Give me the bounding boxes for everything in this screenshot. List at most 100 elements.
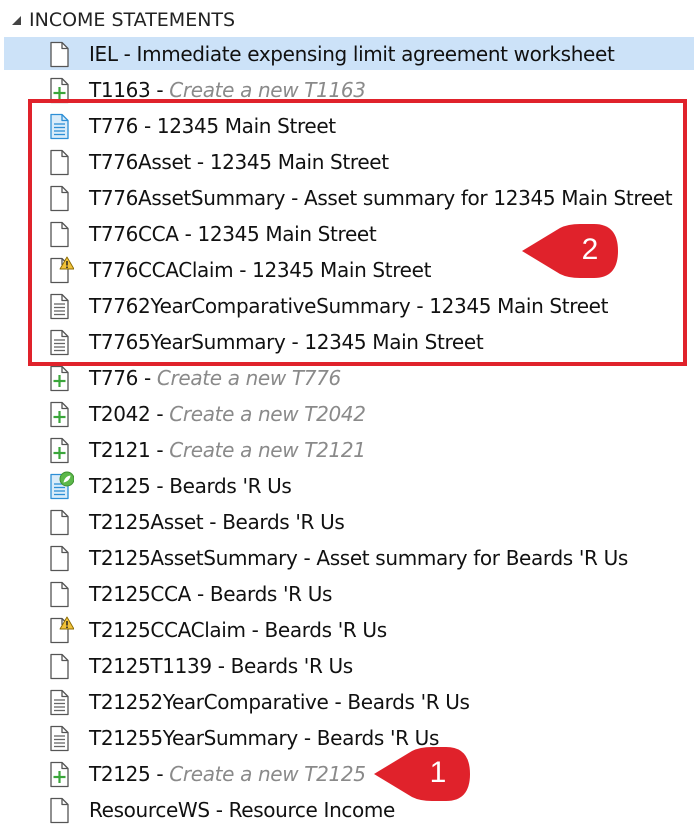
triangle-expanded-icon[interactable]	[10, 14, 22, 26]
tree-item[interactable]: T776 - 12345 Main Street	[0, 108, 697, 144]
tree-item-label: IEL - Immediate expensing limit agreemen…	[89, 36, 615, 72]
create-new-text: Create a new T2121	[169, 438, 366, 462]
item-separator: -	[328, 690, 348, 714]
tree-item-label: T7762YearComparativeSummary - 12345 Main…	[89, 288, 608, 324]
create-new-text: Create a new T776	[156, 366, 341, 390]
tree-item-label: T2125 - Create a new T2125	[89, 756, 366, 792]
item-name: T776	[89, 114, 138, 138]
group-header-income-statements[interactable]: INCOME STATEMENTS	[10, 6, 235, 34]
tree-item[interactable]: ResourceWS - Resource Income	[0, 792, 697, 828]
item-description: Beards 'R Us	[316, 726, 440, 750]
tree-item-create[interactable]: T2042 - Create a new T2042	[0, 396, 697, 432]
document-icon	[50, 797, 69, 824]
tree-item[interactable]: T2125Asset - Beards 'R Us	[0, 504, 697, 540]
item-separator: -	[138, 366, 157, 390]
tree-item-label: T7765YearSummary - 12345 Main Street	[89, 324, 484, 360]
item-description: Beards 'R Us	[347, 690, 470, 714]
tree-list: IEL - Immediate expensing limit agreemen…	[0, 36, 697, 828]
document-lines-icon	[50, 329, 69, 356]
tree-item-label: T21252YearComparative - Beards 'R Us	[89, 684, 470, 720]
item-separator: -	[209, 798, 229, 822]
tree-item-create[interactable]: T2125 - Create a new T2125	[0, 756, 697, 792]
item-description: Beards 'R Us	[169, 474, 292, 498]
item-description: 12345 Main Street	[252, 258, 432, 282]
tree-item[interactable]: T2125T1139 - Beards 'R Us	[0, 648, 697, 684]
item-separator: -	[117, 42, 137, 66]
document-icon	[50, 545, 69, 572]
item-separator: -	[211, 654, 231, 678]
tree-item[interactable]: IEL - Immediate expensing limit agreemen…	[0, 36, 697, 72]
document-lines-icon	[50, 689, 69, 716]
document-icon	[50, 509, 69, 536]
item-name: T2125AssetSummary	[89, 546, 298, 570]
item-separator: -	[150, 438, 170, 462]
tree-item-label: T2121 - Create a new T2121	[89, 432, 366, 468]
item-name: T2125	[89, 474, 151, 498]
document-icon	[50, 581, 69, 608]
tree-item-create[interactable]: T2121 - Create a new T2121	[0, 432, 697, 468]
group-title: INCOME STATEMENTS	[29, 9, 236, 31]
tree-item-label: T2125 - Beards 'R Us	[89, 468, 292, 504]
item-separator: -	[150, 78, 170, 102]
item-name: T2125CCAClaim	[89, 618, 246, 642]
tree-item[interactable]: T7765YearSummary - 12345 Main Street	[0, 324, 697, 360]
item-separator: -	[410, 294, 430, 318]
tree-item-label: T776Asset - 12345 Main Street	[89, 144, 389, 180]
document-icon	[50, 221, 69, 248]
item-name: ResourceWS	[89, 798, 210, 822]
item-name: T776Asset	[89, 150, 191, 174]
item-name: T776CCAClaim	[89, 258, 234, 282]
item-separator: -	[285, 330, 305, 354]
item-description: Asset summary for 12345 Main Street	[304, 186, 673, 210]
document-icon	[50, 149, 69, 176]
tree-item[interactable]: T776CCA - 12345 Main Street	[0, 216, 697, 252]
tree-item-create[interactable]: T776 - Create a new T776	[0, 360, 697, 396]
document-add-icon	[50, 365, 69, 392]
item-name: T2125Asset	[89, 510, 204, 534]
item-separator: -	[233, 258, 253, 282]
document-lines-blue-leaf-icon	[50, 471, 74, 500]
tree-item-label: T776CCA - 12345 Main Street	[89, 216, 377, 252]
item-name: T7762YearComparativeSummary	[89, 294, 411, 318]
item-separator: -	[150, 474, 170, 498]
document-add-icon	[50, 761, 69, 788]
item-description: Beards 'R Us	[264, 618, 388, 642]
tree-item[interactable]: T776AssetSummary - Asset summary for 123…	[0, 180, 697, 216]
create-new-text: Create a new T2042	[169, 402, 366, 426]
document-warning-icon	[50, 616, 74, 644]
item-description: Beards 'R Us	[230, 654, 354, 678]
item-description: Resource Income	[228, 798, 396, 822]
tree-item-create[interactable]: T1163 - Create a new T1163	[0, 72, 697, 108]
tree-item[interactable]: T21255YearSummary - Beards 'R Us	[0, 720, 697, 756]
tree-item[interactable]: T2125AssetSummary - Asset summary for Be…	[0, 540, 697, 576]
tree-item-label: T2125CCAClaim - Beards 'R Us	[89, 612, 387, 648]
item-name: T2125T1139	[89, 654, 212, 678]
tree-item[interactable]: T7762YearComparativeSummary - 12345 Main…	[0, 288, 697, 324]
item-description: Immediate expensing limit agreement work…	[136, 42, 615, 66]
item-separator: -	[285, 186, 304, 210]
item-name: T2042	[89, 402, 151, 426]
item-name: T776CCA	[89, 222, 179, 246]
tree-item[interactable]: T2125CCAClaim - Beards 'R Us	[0, 612, 697, 648]
item-name: T776	[89, 366, 138, 390]
tree-item[interactable]: T21252YearComparative - Beards 'R Us	[0, 684, 697, 720]
item-name: T2125	[89, 762, 151, 786]
document-warning-icon	[50, 256, 74, 284]
item-separator: -	[190, 150, 210, 174]
tree-item[interactable]: T776CCAClaim - 12345 Main Street	[0, 252, 697, 288]
item-description: 12345 Main Street	[304, 330, 484, 354]
item-separator: -	[203, 510, 223, 534]
item-name: T776AssetSummary	[89, 186, 286, 210]
document-icon	[50, 653, 69, 680]
tree-item[interactable]: T2125 - Beards 'R Us	[0, 468, 697, 504]
document-add-icon	[50, 437, 69, 464]
item-separator: -	[150, 402, 170, 426]
tree-item-label: T2125CCA - Beards 'R Us	[89, 576, 332, 612]
item-separator: -	[178, 222, 198, 246]
tree-item[interactable]: T776Asset - 12345 Main Street	[0, 144, 697, 180]
item-name: IEL	[89, 42, 118, 66]
tree-item[interactable]: T2125CCA - Beards 'R Us	[0, 576, 697, 612]
item-separator: -	[190, 582, 210, 606]
item-name: T21255YearSummary	[89, 726, 298, 750]
tree-item-label: T776AssetSummary - Asset summary for 123…	[89, 180, 673, 216]
